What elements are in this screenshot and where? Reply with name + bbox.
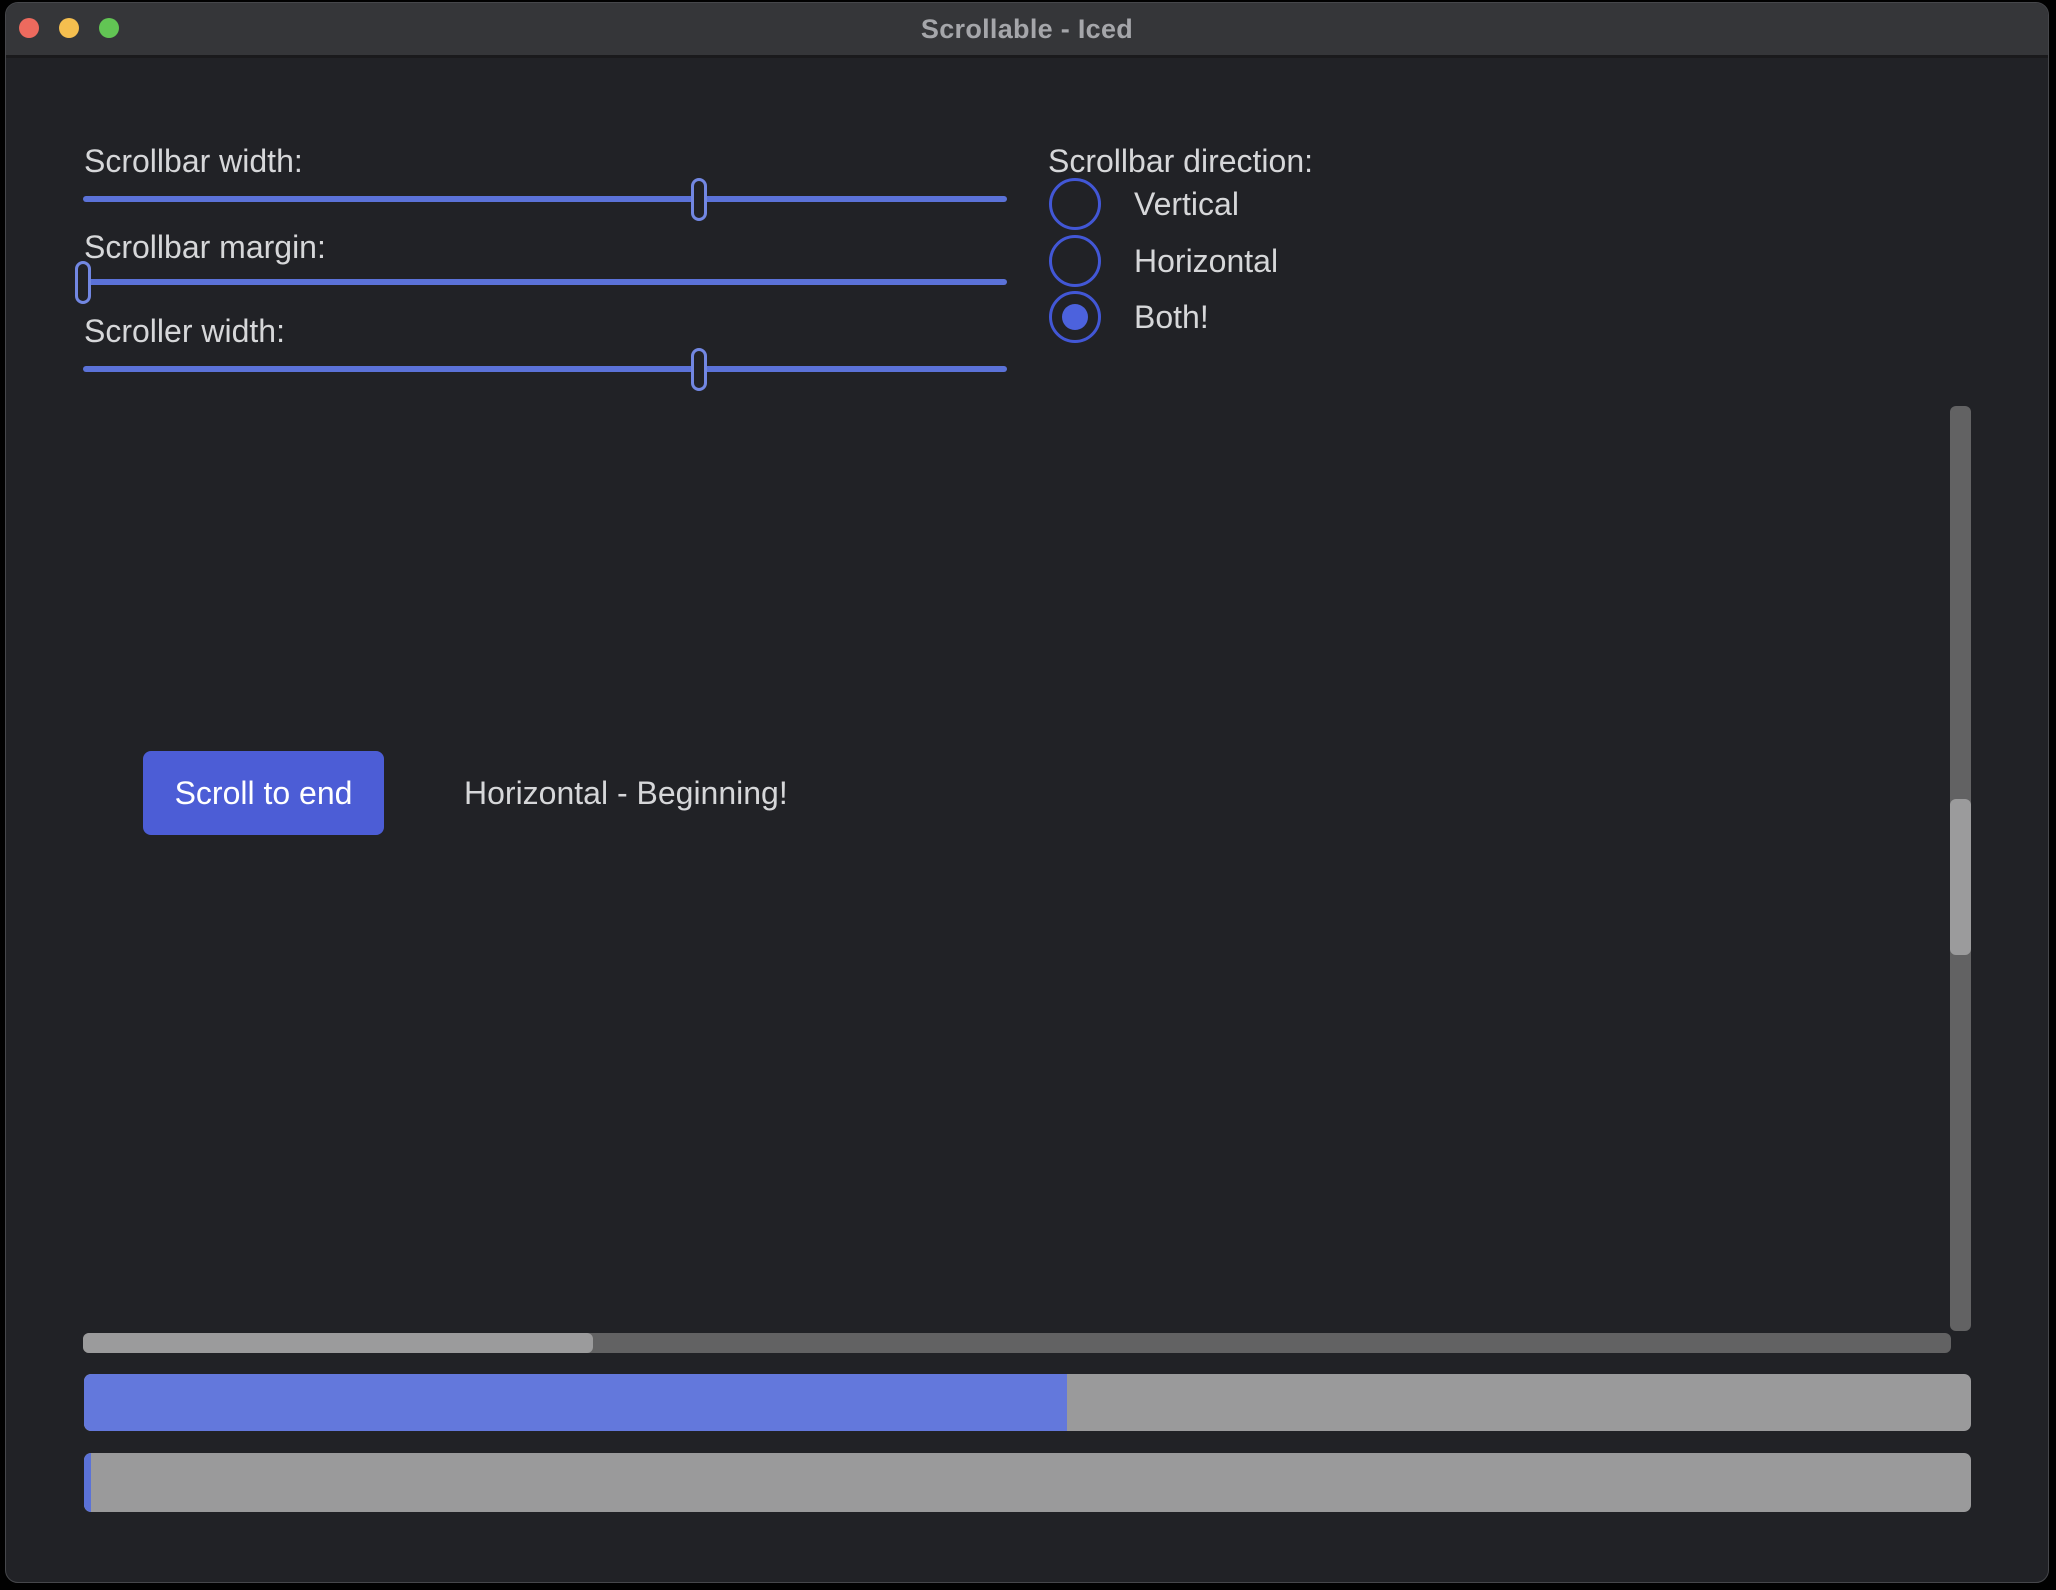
slider-rail[interactable] [83, 279, 1007, 285]
radio-vertical[interactable] [1049, 178, 1101, 230]
horizontal-scrollbar-thumb[interactable] [83, 1333, 593, 1353]
radio-dot [1062, 304, 1088, 330]
radio-vertical-label[interactable]: Vertical [1134, 184, 1239, 224]
horizontal-scrollbar-track[interactable] [83, 1333, 1951, 1353]
window-title: Scrollable - Iced [6, 3, 2048, 55]
slider-handle[interactable] [691, 348, 707, 391]
scroller-width-label: Scroller width: [84, 311, 285, 351]
vertical-scrollbar-thumb[interactable] [1950, 799, 1971, 954]
app-window: Scrollable - Iced Scrollbar width: Scrol… [5, 2, 2049, 1583]
slider-handle[interactable] [691, 178, 707, 221]
progress-fill [84, 1374, 1067, 1431]
scrollbar-width-slider[interactable] [83, 178, 1007, 221]
titlebar[interactable]: Scrollable - Iced [6, 3, 2048, 58]
scrollbar-width-label: Scrollbar width: [84, 141, 303, 181]
scroll-status-text: Horizontal - Beginning! [464, 773, 788, 813]
radio-horizontal-label[interactable]: Horizontal [1134, 241, 1278, 281]
scrollbar-direction-label: Scrollbar direction: [1048, 141, 1313, 181]
radio-both[interactable] [1049, 291, 1101, 343]
radio-both-label[interactable]: Both! [1134, 297, 1209, 337]
vertical-scrollbar-track[interactable] [1950, 406, 1971, 1331]
scrollbar-margin-slider[interactable] [83, 261, 1007, 304]
slider-rail[interactable] [83, 196, 1007, 202]
scroll-to-end-button[interactable]: Scroll to end [143, 751, 384, 835]
vertical-progress-bar [84, 1453, 1971, 1512]
slider-rail[interactable] [83, 366, 1007, 372]
progress-fill [84, 1453, 91, 1512]
desktop-background: Scrollable - Iced Scrollbar width: Scrol… [0, 0, 2056, 1590]
slider-handle[interactable] [75, 261, 91, 304]
radio-horizontal[interactable] [1049, 235, 1101, 287]
scroller-width-slider[interactable] [83, 348, 1007, 391]
horizontal-progress-bar [84, 1374, 1971, 1431]
